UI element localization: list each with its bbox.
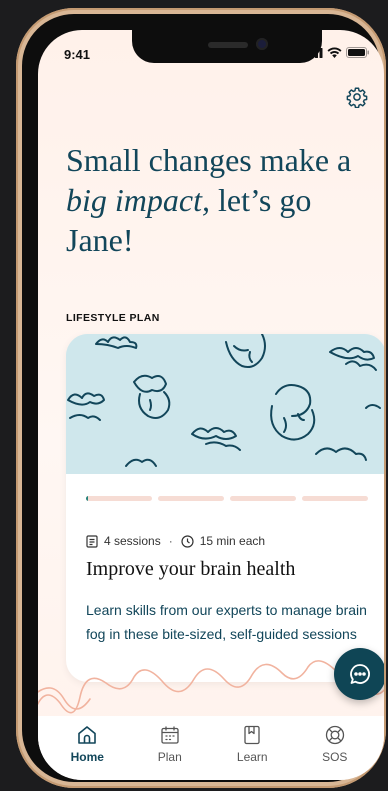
home-icon bbox=[78, 726, 97, 744]
bottom-tab-bar: Home Plan Learn SOS bbox=[38, 716, 384, 780]
progress-segment bbox=[302, 496, 368, 501]
plan-card[interactable]: 4 sessions · 15 min each Improve your br… bbox=[66, 334, 384, 682]
lifebuoy-icon bbox=[325, 725, 344, 745]
notch bbox=[132, 30, 322, 63]
status-time: 9:41 bbox=[64, 47, 91, 62]
progress-fill bbox=[86, 496, 88, 501]
bookmark-book-icon bbox=[244, 725, 260, 745]
progress-segment bbox=[158, 496, 224, 501]
plan-title: Improve your brain health bbox=[86, 558, 296, 580]
tab-plan-label: Plan bbox=[157, 750, 182, 764]
clock-icon bbox=[181, 534, 194, 548]
session-duration: 15 min each bbox=[199, 534, 266, 548]
document-icon bbox=[86, 534, 98, 548]
calendar-icon bbox=[161, 726, 179, 744]
tab-home-label: Home bbox=[70, 750, 104, 764]
chat-bubble-icon bbox=[350, 664, 370, 684]
tab-sos[interactable]: SOS bbox=[300, 716, 370, 780]
title-line-1: Small changes make a bbox=[66, 142, 352, 178]
plan-meta: 4 sessions · 15 min each bbox=[86, 534, 265, 548]
progress-segment bbox=[230, 496, 296, 501]
app-screen: 9:41 Small changes make a big impact, le… bbox=[38, 30, 384, 780]
speaker-grille bbox=[208, 42, 248, 48]
tab-learn-label: Learn bbox=[236, 750, 268, 764]
sessions-count: 4 sessions bbox=[104, 534, 161, 548]
tab-learn[interactable]: Learn bbox=[217, 716, 287, 780]
tab-home[interactable]: Home bbox=[52, 716, 122, 780]
battery-icon bbox=[346, 47, 369, 58]
progress-segment bbox=[86, 496, 152, 501]
meta-separator: · bbox=[168, 534, 173, 548]
tab-sos-label: SOS bbox=[322, 750, 348, 764]
settings-button[interactable] bbox=[344, 84, 370, 110]
gear-icon bbox=[346, 87, 368, 108]
card-illustration bbox=[66, 334, 384, 474]
decorative-squiggle bbox=[38, 660, 384, 714]
section-label: LIFESTYLE PLAN bbox=[66, 312, 160, 324]
phone-frame: 9:41 Small changes make a big impact, le… bbox=[16, 8, 386, 788]
title-emphasis: big impact, bbox=[66, 182, 210, 218]
front-camera bbox=[256, 38, 268, 50]
page-title: Small changes make a big impact, let’s go… bbox=[66, 140, 376, 260]
plan-progress-bar bbox=[86, 496, 368, 501]
plan-description: Learn skills from our experts to manage … bbox=[86, 602, 367, 642]
wifi-icon bbox=[327, 47, 342, 58]
tab-plan[interactable]: Plan bbox=[135, 716, 205, 780]
chat-button[interactable] bbox=[334, 648, 384, 700]
